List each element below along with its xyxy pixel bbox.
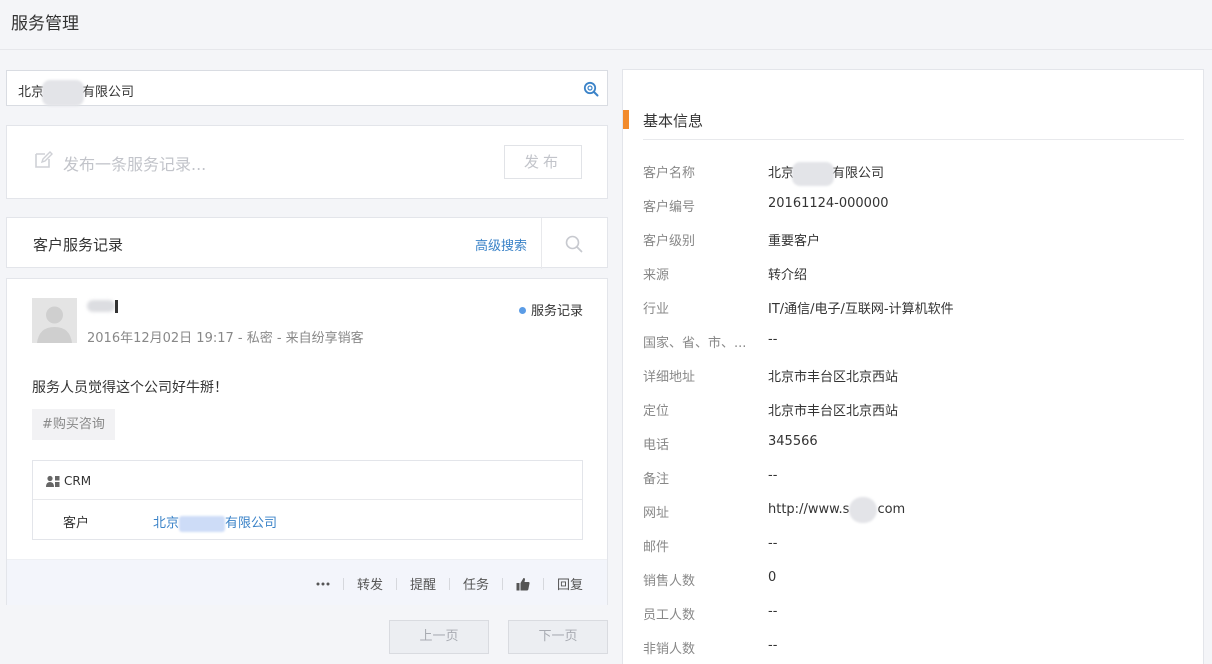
prev-page-button[interactable]: 上一页 — [389, 620, 489, 654]
info-label: 电话 — [643, 438, 670, 453]
crm-customer-link[interactable]: 北京 有限公司 — [153, 512, 277, 532]
info-value: IT/通信/电子/互联网-计算机软件 — [768, 302, 954, 317]
info-label: 行业 — [643, 302, 670, 317]
info-value: -- — [768, 604, 778, 619]
info-row: 国家、省、市、... -- — [623, 332, 1203, 352]
info-label: 网址 — [643, 506, 670, 521]
thumbs-up-icon[interactable] — [516, 577, 530, 591]
info-value: http://www.s com — [768, 496, 905, 523]
remind-button[interactable]: 提醒 — [410, 574, 436, 593]
crm-label: CRM — [64, 474, 92, 488]
info-label: 国家、省、市、... — [643, 336, 747, 351]
crm-field-label: 客户 — [63, 516, 90, 531]
advanced-search-link[interactable]: 高级搜索 — [475, 235, 527, 254]
info-row: 备注 -- — [623, 468, 1203, 488]
info-value: 20161124-000000 — [768, 196, 889, 211]
info-value: 重要客户 — [768, 234, 821, 249]
reply-button[interactable]: 回复 — [557, 574, 583, 593]
record-tag[interactable]: #购买咨询 — [32, 409, 115, 440]
info-label: 邮件 — [643, 540, 670, 555]
record-content: 服务人员觉得这个公司好牛掰！ — [32, 380, 228, 396]
redacted-blur — [849, 496, 878, 523]
info-label: 客户编号 — [643, 200, 696, 215]
info-row: 销售人数 0 — [623, 570, 1203, 590]
info-row: 客户级别 重要客户 — [623, 230, 1203, 250]
redacted-blur — [179, 515, 226, 532]
record-type-badge: 服务记录 — [518, 300, 583, 319]
author-name[interactable] — [87, 298, 121, 314]
info-row: 行业 IT/通信/电子/互联网-计算机软件 — [623, 298, 1203, 318]
avatar-placeholder-icon — [32, 298, 77, 343]
edit-icon — [35, 151, 53, 168]
search-input[interactable]: 北京 有限公司 — [6, 70, 608, 106]
more-icon[interactable] — [316, 577, 330, 591]
publish-placeholder[interactable]: 发布一条服务记录... — [63, 151, 206, 175]
redacted-blur — [792, 161, 835, 186]
info-row: 客户编号 20161124-000000 — [623, 196, 1203, 216]
info-value: -- — [768, 536, 778, 551]
crm-attachment: CRM 客户 北京 有限公司 — [32, 460, 583, 540]
info-row: 邮件 -- — [623, 536, 1203, 556]
info-row: 员工人数 -- — [623, 604, 1203, 624]
info-label: 详细地址 — [643, 370, 696, 385]
crm-icon — [46, 475, 60, 487]
search-value: 北京 有限公司 — [18, 79, 134, 106]
redacted-blur — [87, 300, 115, 312]
info-value: 345566 — [768, 434, 818, 449]
divider — [541, 218, 542, 269]
info-value: -- — [768, 332, 778, 347]
info-value: 转介绍 — [768, 268, 808, 283]
info-value: -- — [768, 468, 778, 483]
info-value: 北京市丰台区北京西站 — [768, 404, 899, 419]
info-row: 非销人数 -- — [623, 638, 1203, 658]
divider — [643, 139, 1184, 140]
avatar[interactable] — [32, 298, 77, 343]
info-label: 销售人数 — [643, 574, 696, 589]
info-label: 非销人数 — [643, 642, 696, 657]
basic-info-panel: 基本信息 客户名称 北京 有限公司客户编号 20161124-000000 客户级别 重要… — [622, 69, 1204, 664]
search-icon[interactable] — [583, 81, 599, 97]
next-page-button[interactable]: 下一页 — [508, 620, 608, 654]
search-icon[interactable] — [565, 235, 583, 253]
info-label: 定位 — [643, 404, 670, 419]
page-title: 服务管理 — [11, 14, 79, 34]
info-value: 北京市丰台区北京西站 — [768, 370, 899, 385]
crm-header: CRM — [33, 461, 582, 500]
info-value: -- — [768, 638, 778, 653]
info-label: 客户名称 — [643, 166, 696, 181]
info-row: 来源 转介绍 — [623, 264, 1203, 284]
info-row: 电话 345566 — [623, 434, 1203, 454]
info-row: 网址 http://www.s com — [623, 496, 1203, 523]
info-label: 来源 — [643, 268, 670, 283]
info-title: 基本信息 — [643, 112, 704, 130]
top-bar: 服务管理 — [0, 0, 1212, 50]
info-value: 北京 有限公司 — [768, 161, 884, 186]
record-footer: 转发 提醒 任务 回复 — [7, 559, 607, 605]
service-record-card: 2016年12月02日 19:17 - 私密 - 来自纷享销客 服务记录 服务人… — [6, 278, 608, 605]
publish-button[interactable]: 发布 — [504, 145, 582, 179]
record-meta: 2016年12月02日 19:17 - 私密 - 来自纷享销客 — [87, 331, 364, 346]
redacted-blur — [42, 79, 85, 106]
status-dot — [518, 307, 526, 314]
records-title: 客户服务记录 — [33, 236, 124, 254]
title-accent-bar — [623, 110, 629, 129]
info-row: 客户名称 北京 有限公司 — [623, 161, 1203, 186]
records-header: 客户服务记录 高级搜索 — [6, 217, 608, 269]
info-label: 员工人数 — [643, 608, 696, 623]
publish-card: 发布一条服务记录... 发布 — [6, 125, 608, 199]
record-actions: 转发 提醒 任务 回复 — [316, 574, 583, 593]
info-row: 定位 北京市丰台区北京西站 — [623, 400, 1203, 420]
task-button[interactable]: 任务 — [463, 574, 489, 593]
info-value: 0 — [768, 570, 777, 585]
forward-button[interactable]: 转发 — [357, 574, 383, 593]
info-label: 备注 — [643, 472, 670, 487]
info-row: 详细地址 北京市丰台区北京西站 — [623, 366, 1203, 386]
info-label: 客户级别 — [643, 234, 696, 249]
